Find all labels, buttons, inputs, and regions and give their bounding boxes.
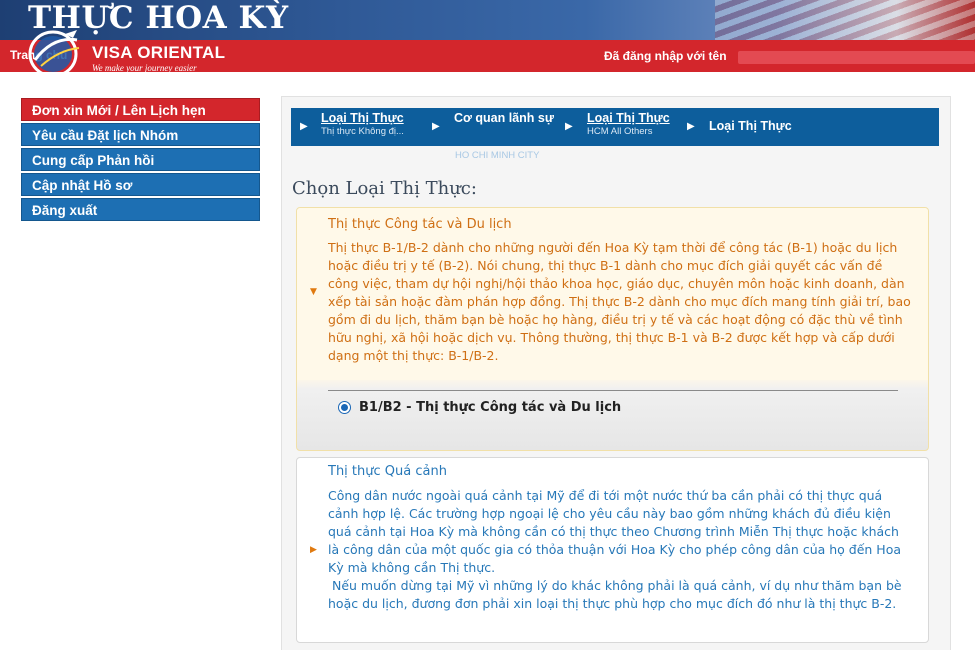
card-description-part-1: Công dân nước ngoài quá cảnh tại Mỹ để đ… [328,488,902,575]
logo-tagline: We make your journey easier [92,63,197,73]
card-title: Thị thực Quá cảnh [328,464,447,479]
breadcrumb-item-visa-type[interactable]: Loại Thị Thực Thị thực Không đị... [321,108,404,146]
visa-option-b1b2[interactable]: B1/B2 - Thị thực Công tác và Du lịch [338,400,621,415]
breadcrumb: ▶ Loại Thị Thực Thị thực Không đị... ▶ C… [291,108,939,146]
globe-plane-logo-icon [28,30,80,78]
triangle-right-icon: ▶ [310,545,317,555]
breadcrumb-title: Loại Thị Thực [321,111,404,125]
chevron-right-icon: ▶ [687,121,695,132]
divider [328,390,898,391]
breadcrumb-subtitle: HCM All Others [587,126,653,137]
breadcrumb-subtitle: Thị thực Không đị... [321,126,404,137]
logo-name: VISA ORIENTAL [92,43,226,62]
chevron-right-icon: ▶ [432,121,440,132]
sidebar-item-group-appointment[interactable]: Yêu cầu Đặt lịch Nhóm [21,123,260,146]
visa-card-business-tourism[interactable]: ▼ Thị thực Công tác và Du lịch Thị thực … [296,207,929,451]
card-description: Thị thực B-1/B-2 dành cho những người đế… [328,240,911,363]
visa-card-transit[interactable]: ▶ Thị thực Quá cảnh Công dân nước ngoài … [296,457,929,643]
breadcrumb-consulate-city: HO CHI MINH CITY [455,150,540,161]
redacted-username [738,51,975,64]
breadcrumb-item-current: Loại Thị Thực [709,116,792,154]
card-description: Công dân nước ngoài quá cảnh tại Mỹ để đ… [328,487,912,613]
card-description-part-2: Nếu muốn dừng tại Mỹ vì những lý do khác… [328,578,906,611]
login-status: Đã đăng nhập với tên [604,49,727,63]
sidebar-item-new-application[interactable]: Đơn xin Mới / Lên Lịch hẹn [21,98,260,121]
page-title: Chọn Loại Thị Thực: [292,178,477,199]
sidebar-item-logout[interactable]: Đăng xuất [21,198,260,221]
card-title: Thị thực Công tác và Du lịch [328,217,512,232]
sidebar-item-update-profile[interactable]: Cập nhật Hồ sơ [21,173,260,196]
triangle-down-icon: ▼ [310,287,317,297]
breadcrumb-title: Loại Thị Thực [709,119,792,133]
header-banner: THỰC HOA KỲ [0,0,975,40]
breadcrumb-item-consulate[interactable]: Cơ quan lãnh sự [454,108,554,146]
breadcrumb-item-visa-category[interactable]: Loại Thị Thực HCM All Others [587,108,670,146]
breadcrumb-title: Loại Thị Thực [587,111,670,125]
radio-label: B1/B2 - Thị thực Công tác và Du lịch [359,400,622,415]
chevron-right-icon: ▶ [565,121,573,132]
chevron-right-icon: ▶ [300,121,308,132]
flag-decoration [715,0,975,40]
radio-selected[interactable] [338,401,351,414]
sidebar-item-feedback[interactable]: Cung cấp Phản hồi [21,148,260,171]
sidebar-menu: Đơn xin Mới / Lên Lịch hẹn Yêu cầu Đặt l… [21,98,260,223]
breadcrumb-title: Cơ quan lãnh sự [454,111,554,125]
